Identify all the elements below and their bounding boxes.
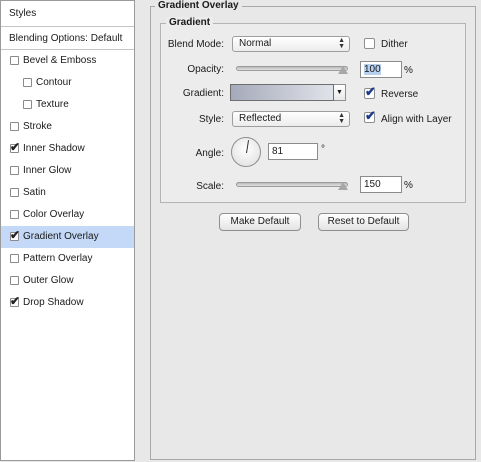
blend-mode-label: Blend Mode:	[167, 39, 224, 50]
style-checkbox[interactable]: ✔	[23, 78, 32, 87]
opacity-unit: %	[404, 65, 413, 76]
style-item-label: Texture	[36, 99, 69, 110]
opacity-slider-track[interactable]	[236, 66, 348, 71]
opacity-slider-thumb[interactable]	[338, 66, 348, 74]
blending-options-row[interactable]: Blending Options: Default	[1, 27, 134, 50]
style-item-stroke[interactable]: ✔ Stroke	[1, 116, 134, 138]
dither-label: Dither	[381, 39, 408, 50]
blend-mode-select[interactable]: Normal ▲ ▼	[232, 36, 350, 52]
style-value: Reflected	[239, 113, 282, 124]
group-title: Gradient	[166, 17, 214, 29]
angle-unit: °	[321, 144, 325, 155]
style-select[interactable]: Reflected ▲ ▼	[232, 111, 350, 127]
style-item-label: Pattern Overlay	[23, 253, 93, 264]
style-item-color-overlay[interactable]: ✔ Color Overlay	[1, 204, 134, 226]
checkmark-icon: ✔	[10, 140, 21, 154]
style-item-bevel-emboss[interactable]: ✔ Bevel & Emboss	[1, 50, 134, 72]
style-item-gradient-overlay[interactable]: ✔ Gradient Overlay	[1, 226, 134, 248]
scale-label: Scale:	[196, 181, 224, 192]
styles-header[interactable]: Styles	[1, 1, 134, 27]
select-arrows-icon: ▲ ▼	[338, 37, 345, 50]
angle-label: Angle:	[195, 148, 224, 159]
reset-to-default-button[interactable]: Reset to Default	[318, 213, 409, 231]
style-item-texture[interactable]: ✔ Texture	[1, 94, 134, 116]
style-checkbox[interactable]: ✔	[10, 228, 21, 242]
style-item-contour[interactable]: ✔ Contour	[1, 72, 134, 94]
panel-title: Gradient Overlay	[155, 0, 242, 12]
styles-items: ✔Bevel & Emboss✔Contour✔Texture✔Stroke✔I…	[1, 50, 134, 314]
style-item-inner-shadow[interactable]: ✔ Inner Shadow	[1, 138, 134, 160]
styles-list-panel: Styles Blending Options: Default ✔ Bevel …	[0, 0, 135, 461]
angle-input[interactable]: 81	[268, 143, 318, 160]
align-with-layer-label: Align with Layer	[381, 114, 452, 125]
select-arrows-icon: ▲ ▼	[338, 112, 345, 125]
style-item-satin[interactable]: ✔ Satin	[1, 182, 134, 204]
angle-needle	[246, 140, 250, 154]
checkmark-icon: ✔	[10, 228, 21, 242]
scale-slider-track[interactable]	[236, 182, 348, 187]
style-item-label: Stroke	[23, 121, 52, 132]
style-label: Style:	[198, 114, 224, 125]
style-checkbox[interactable]: ✔	[10, 140, 21, 154]
style-item-label: Satin	[23, 187, 46, 198]
gradient-dropdown-icon[interactable]: ▼	[334, 84, 346, 101]
style-item-label: Outer Glow	[23, 275, 74, 286]
reverse-label: Reverse	[381, 89, 419, 100]
style-checkbox[interactable]: ✔	[10, 294, 21, 308]
dither-checkbox[interactable]	[364, 38, 375, 49]
scale-slider-thumb[interactable]	[338, 182, 348, 190]
blend-mode-value: Normal	[239, 38, 272, 49]
style-item-label: Bevel & Emboss	[23, 55, 97, 66]
style-item-inner-glow[interactable]: ✔ Inner Glow	[1, 160, 134, 182]
angle-dial[interactable]	[231, 137, 261, 167]
opacity-input[interactable]: 100	[360, 61, 402, 78]
style-checkbox[interactable]: ✔	[10, 56, 19, 65]
checkmark-icon: ✔	[10, 294, 21, 308]
checkmark-icon: ✔	[365, 84, 376, 99]
style-item-label: Drop Shadow	[23, 297, 84, 308]
style-checkbox[interactable]: ✔	[10, 276, 19, 285]
style-checkbox[interactable]: ✔	[10, 254, 19, 263]
reverse-checkbox[interactable]: ✔	[364, 84, 376, 99]
style-checkbox[interactable]: ✔	[10, 210, 19, 219]
style-checkbox[interactable]: ✔	[10, 166, 19, 175]
gradient-label: Gradient:	[182, 88, 224, 99]
style-checkbox[interactable]: ✔	[10, 122, 19, 131]
style-item-label: Contour	[36, 77, 72, 88]
scale-input[interactable]: 150	[360, 176, 402, 193]
style-item-pattern-overlay[interactable]: ✔ Pattern Overlay	[1, 248, 134, 270]
opacity-label: Opacity:	[187, 64, 224, 75]
angle-value: 81	[272, 146, 284, 157]
scale-value: 150	[364, 179, 381, 190]
style-item-label: Gradient Overlay	[23, 231, 99, 242]
style-item-drop-shadow[interactable]: ✔ Drop Shadow	[1, 292, 134, 314]
align-with-layer-checkbox[interactable]: ✔	[364, 108, 376, 123]
style-checkbox[interactable]: ✔	[10, 188, 19, 197]
style-item-label: Color Overlay	[23, 209, 85, 220]
checkmark-icon: ✔	[365, 108, 376, 123]
style-item-label: Inner Glow	[23, 165, 72, 176]
opacity-value: 100	[364, 64, 381, 75]
scale-unit: %	[404, 180, 413, 191]
gradient-swatch[interactable]	[230, 84, 334, 101]
style-checkbox[interactable]: ✔	[23, 100, 32, 109]
style-item-outer-glow[interactable]: ✔ Outer Glow	[1, 270, 134, 292]
make-default-button[interactable]: Make Default	[219, 213, 301, 231]
style-item-label: Inner Shadow	[23, 143, 85, 154]
